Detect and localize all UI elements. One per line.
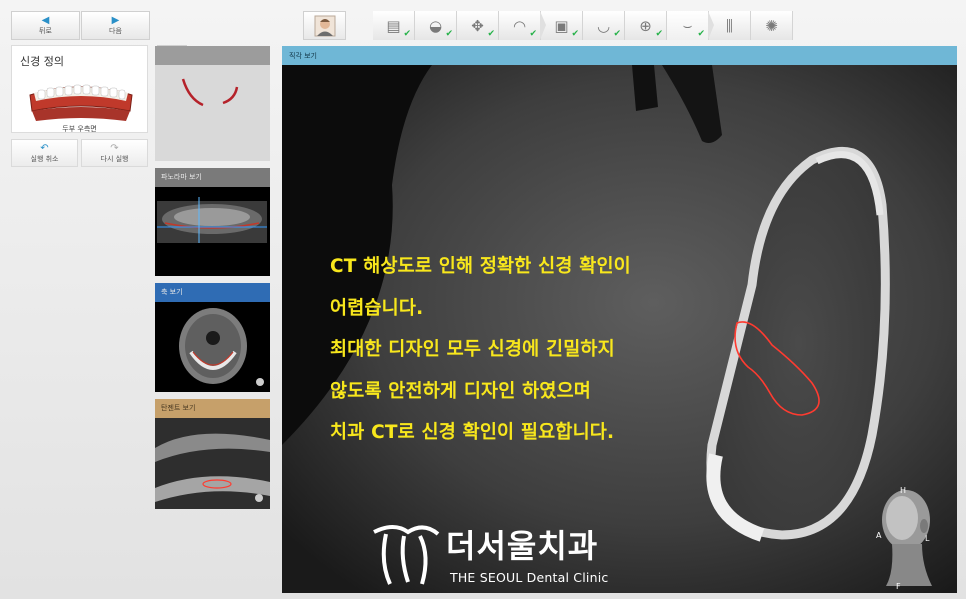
workflow-step-arch-design[interactable]: ◡ ✔ <box>583 11 625 40</box>
workflow-steps: ▤ ✔ ◒ ✔ ✥ ✔ ◠ ✔ ▣ ✔ ◡ ✔ ⊕ ✔ ⌣ ✔ ⫼ ✺ <box>373 11 796 40</box>
nerve-curve-preview <box>181 78 239 107</box>
clinic-logo-icon <box>373 525 440 585</box>
clinic-name-english: THE SEOUL Dental Clinic <box>450 570 609 585</box>
overlay-line: CT 해상도로 인해 정확한 신경 확인이 <box>330 256 631 277</box>
undo-button[interactable]: ↶ 실행 취소 <box>11 139 78 167</box>
back-button[interactable]: ◀ 뒤로 <box>11 11 80 40</box>
orientation-head-icon[interactable] <box>872 482 942 590</box>
workflow-step-ct-import[interactable]: ▣ ✔ <box>541 11 583 40</box>
3d-view-thumbnail[interactable] <box>155 46 270 161</box>
thumbnail-header <box>155 46 270 65</box>
orient-top-label: H <box>900 486 907 495</box>
warning-overlay-text: CT 해상도로 인해 정확한 신경 확인이 어렵습니다. 최대한 디자인 모두 … <box>330 246 631 454</box>
workflow-step-guide-export[interactable]: ✺ <box>751 11 793 40</box>
check-icon: ✔ <box>445 29 453 39</box>
workflow-step-patient-info[interactable]: ▤ ✔ <box>373 11 415 40</box>
thumbnail-header: 파노라마 보기 <box>155 168 270 187</box>
view-caption: 두부 우측면 <box>62 125 97 133</box>
patient-button[interactable] <box>303 11 346 40</box>
scan-import-icon: ◒ <box>428 16 443 35</box>
panel-title: 신경 정의 <box>20 55 64 68</box>
check-icon: ✔ <box>697 29 705 39</box>
check-icon: ✔ <box>571 29 579 39</box>
arch-design-icon: ◡ <box>596 16 611 35</box>
workflow-step-nerve-definition[interactable]: ⌣ ✔ <box>667 11 714 40</box>
panorama-view-thumbnail[interactable]: 파노라마 보기 <box>155 168 270 276</box>
arrow-left-icon: ◀ <box>41 14 50 26</box>
next-button[interactable]: ▶ 다음 <box>81 11 150 40</box>
workflow-step-implant-plan[interactable]: ⊕ ✔ <box>625 11 667 40</box>
workflow-step-tooth-selection[interactable]: ✥ ✔ <box>457 11 499 40</box>
guide-export-icon: ✺ <box>765 16 778 35</box>
panorama-image <box>157 197 267 243</box>
redo-icon: ↷ <box>110 142 119 154</box>
check-icon: ✔ <box>487 29 495 39</box>
tooth-selection-icon: ✥ <box>471 16 484 35</box>
overlay-line: 최대한 디자인 모두 신경에 긴밀하지 <box>330 339 615 360</box>
check-icon: ✔ <box>655 29 663 39</box>
workflow-step-implant-placement[interactable]: ⫼ <box>709 11 751 40</box>
axial-image <box>179 308 264 386</box>
overlay-line: 치과 CT로 신경 확인이 필요합니다. <box>330 422 615 443</box>
orient-left-label: A <box>876 531 882 540</box>
arrow-right-icon: ▶ <box>111 14 120 26</box>
ct-import-icon: ▣ <box>554 16 569 35</box>
nerve-definition-icon: ⌣ <box>682 16 693 35</box>
thumbnail-header: 축 보기 <box>155 283 270 302</box>
patient-info-icon: ▤ <box>386 16 401 35</box>
orient-bottom-label: F <box>896 582 901 591</box>
clinic-name-korean: 더서울치과 <box>446 527 599 565</box>
viewport-header: 직각 보기 <box>282 46 957 65</box>
workflow-step-scan-import[interactable]: ◒ ✔ <box>415 11 457 40</box>
redo-button[interactable]: ↷ 다시 실행 <box>81 139 148 167</box>
back-label: 뒤로 <box>39 26 52 35</box>
check-icon: ✔ <box>403 29 411 39</box>
tangential-view-thumbnail[interactable]: 탄젠트 보기 <box>155 399 270 509</box>
orient-right-label: L <box>925 534 930 543</box>
patient-avatar-icon <box>314 15 335 36</box>
implant-placement-icon: ⫼ <box>726 16 733 35</box>
overlay-line: 어렵습니다. <box>330 297 424 319</box>
jaw-model-image <box>29 84 133 121</box>
implant-plan-icon: ⊕ <box>639 16 652 35</box>
undo-label: 실행 취소 <box>30 154 59 163</box>
workflow-step-crown-design[interactable]: ◠ ✔ <box>499 11 546 40</box>
check-icon: ✔ <box>613 29 621 39</box>
undo-icon: ↶ <box>40 142 49 154</box>
redo-label: 다시 실행 <box>100 154 129 163</box>
thumbnail-header: 탄젠트 보기 <box>155 399 270 418</box>
check-icon: ✔ <box>529 29 537 39</box>
overlay-line: 않도록 안전하게 디자인 하였으며 <box>330 380 592 402</box>
next-label: 다음 <box>109 26 122 35</box>
cross-section-viewport[interactable]: 직각 보기 CT 해상도로 인해 정확한 신경 확인이 어렵습니다. 최대한 디… <box>282 46 957 593</box>
tangential-image <box>155 418 270 509</box>
axial-view-thumbnail[interactable]: 축 보기 <box>155 283 270 392</box>
crown-design-icon: ◠ <box>512 16 527 35</box>
nerve-definition-panel: 신경 정의 두부 우측면 <box>11 45 148 133</box>
